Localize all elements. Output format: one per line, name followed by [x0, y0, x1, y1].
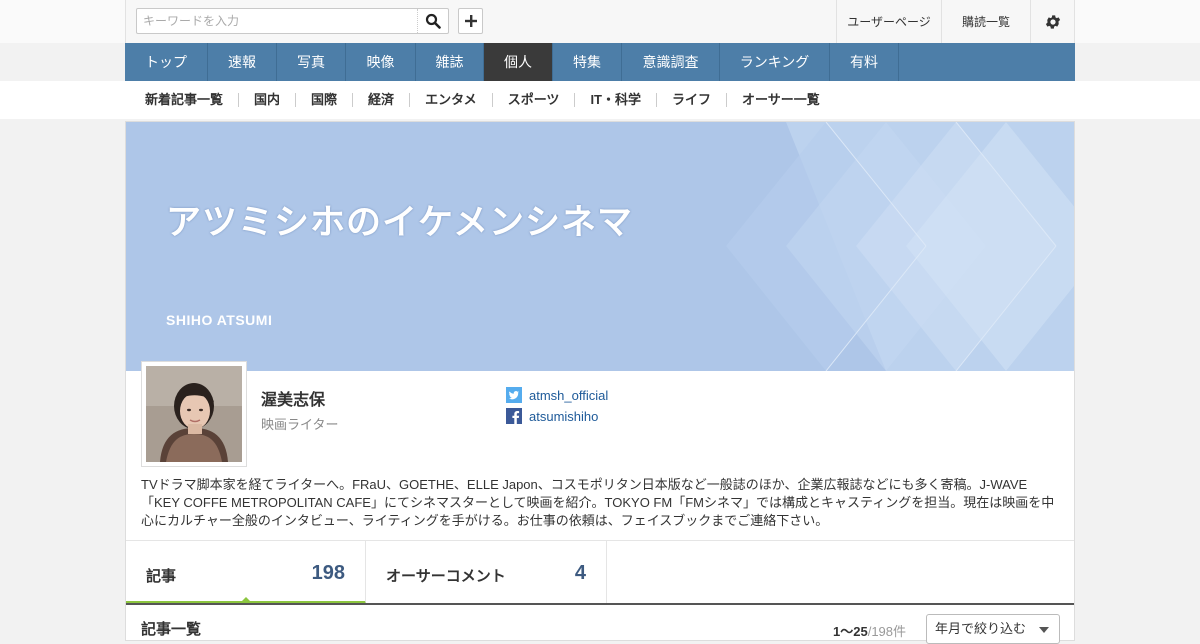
banner-subtitle: SHIHO ATSUMI — [166, 312, 273, 328]
banner-title: アツミシホのイケメンシネマ — [166, 203, 633, 242]
tab-articles-count: 198 — [311, 562, 345, 584]
search-box — [136, 8, 449, 34]
subnav-item-it-science[interactable]: IT・科学 — [575, 93, 657, 107]
author-banner: アツミシホのイケメンシネマ SHIHO ATSUMI — [126, 122, 1074, 371]
nav-item-breaking[interactable]: 速報 — [208, 43, 277, 81]
banner-pattern — [726, 122, 1074, 371]
author-card: アツミシホのイケメンシネマ SHIHO ATSUMI 渥美志保 映画ライター a… — [125, 121, 1075, 644]
tab-author-comments[interactable]: オーサーコメント 4 — [366, 541, 607, 604]
nav-item-survey[interactable]: 意識調査 — [622, 43, 720, 81]
tab-comments-count: 4 — [574, 562, 586, 584]
chevron-down-icon — [1039, 627, 1049, 633]
main-nav: トップ 速報 写真 映像 雑誌 個人 特集 意識調査 ランキング 有料 — [125, 43, 1075, 81]
subnav-item-life[interactable]: ライフ — [657, 93, 728, 107]
sub-nav: 新着記事一覧 国内 国際 経済 エンタメ スポーツ IT・科学 ライフ オーサー… — [0, 81, 1200, 119]
search-button[interactable] — [417, 9, 448, 33]
tabs-bottom-rule — [126, 603, 1074, 605]
sub-nav-list: 新着記事一覧 国内 国際 経済 エンタメ スポーツ IT・科学 ライフ オーサー… — [130, 81, 835, 119]
top-bar: ユーザーページ 購読一覧 — [0, 0, 1200, 43]
subnav-item-new[interactable]: 新着記事一覧 — [130, 93, 240, 107]
author-name[interactable]: 渥美志保 — [261, 386, 325, 410]
nav-item-magazine[interactable]: 雑誌 — [416, 43, 484, 81]
add-button[interactable] — [458, 8, 483, 34]
range-value: 1～25 — [833, 624, 868, 639]
search-input[interactable] — [137, 9, 429, 33]
range-total: /198件 — [867, 624, 907, 639]
nav-item-top[interactable]: トップ — [125, 43, 208, 81]
twitter-link[interactable]: atmsh_official — [506, 387, 608, 403]
avatar — [141, 361, 247, 467]
subnav-item-entertainment[interactable]: エンタメ — [410, 93, 493, 107]
subnav-item-international[interactable]: 国際 — [296, 93, 354, 107]
plus-icon — [464, 15, 477, 27]
gear-icon — [1045, 14, 1061, 29]
subnav-item-domestic[interactable]: 国内 — [239, 93, 297, 107]
top-bar-inner: ユーザーページ 購読一覧 — [125, 0, 1075, 43]
subnav-item-economy[interactable]: 経済 — [353, 93, 411, 107]
tab-articles[interactable]: 記事 198 — [126, 541, 366, 604]
author-bio: TVドラマ脚本家を経てライターへ。FRaU、GOETHE、ELLE Japon、… — [141, 477, 1055, 528]
nav-item-photo[interactable]: 写真 — [277, 43, 346, 81]
author-role: 映画ライター — [261, 417, 339, 432]
facebook-link[interactable]: atsumishiho — [506, 408, 598, 424]
nav-item-video[interactable]: 映像 — [346, 43, 416, 81]
settings-button[interactable] — [1030, 0, 1075, 43]
facebook-icon — [506, 408, 522, 424]
month-filter-select[interactable]: 年月で絞り込む — [926, 614, 1060, 644]
search-icon — [425, 13, 441, 29]
tab-articles-label: 記事 — [146, 568, 177, 585]
twitter-icon — [506, 387, 522, 403]
month-filter-label: 年月で絞り込む — [935, 621, 1027, 636]
subnav-item-authors[interactable]: オーサー一覧 — [727, 93, 835, 107]
result-range: 1～25/198件 — [833, 621, 906, 640]
nav-item-paid[interactable]: 有料 — [830, 43, 899, 81]
subscriptions-link[interactable]: 購読一覧 — [941, 0, 1030, 43]
tab-comments-label: オーサーコメント — [386, 568, 506, 585]
nav-item-feature[interactable]: 特集 — [553, 43, 622, 81]
nav-item-personal[interactable]: 個人 — [484, 43, 553, 81]
list-title: 記事一覧 — [141, 621, 202, 638]
subnav-item-sports[interactable]: スポーツ — [493, 93, 576, 107]
nav-item-ranking[interactable]: ランキング — [720, 43, 830, 81]
twitter-handle[interactable]: atmsh_official — [529, 388, 608, 403]
avatar-photo — [146, 366, 242, 462]
facebook-handle[interactable]: atsumishiho — [529, 409, 598, 424]
user-page-link[interactable]: ユーザーページ — [836, 0, 941, 43]
author-tabs: 記事 198 オーサーコメント 4 — [126, 541, 1074, 605]
